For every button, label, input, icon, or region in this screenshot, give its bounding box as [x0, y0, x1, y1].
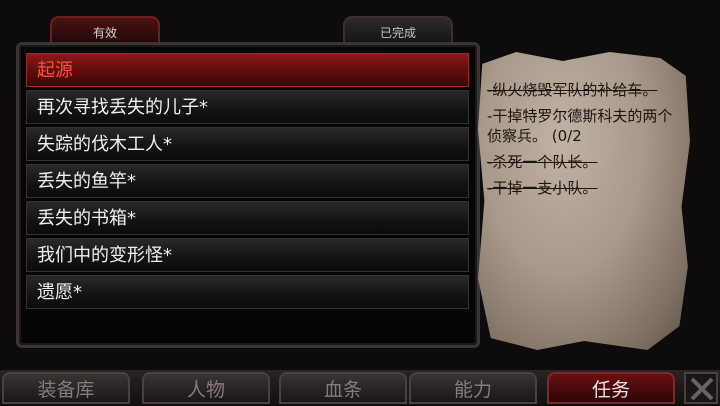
nav-characters-button[interactable]: 人物	[142, 372, 270, 404]
quest-item[interactable]: 丢失的鱼竿*	[26, 164, 469, 198]
close-button[interactable]	[684, 372, 718, 404]
quest-list-panel: 起源 再次寻找丢失的儿子* 失踪的伐木工人* 丢失的鱼竿* 丢失的书箱* 我们中…	[16, 42, 480, 348]
nav-bloodline-button[interactable]: 血条	[279, 372, 407, 404]
quest-item[interactable]: 丢失的书箱*	[26, 201, 469, 235]
quest-item[interactable]: 再次寻找丢失的儿子*	[26, 90, 469, 124]
tab-active[interactable]: 有效	[50, 16, 160, 42]
objective-item: -干掉特罗尔德斯科夫的两个侦察兵。 (0/2	[487, 107, 673, 145]
tab-completed[interactable]: 已完成	[343, 16, 453, 42]
objective-item: -纵火烧毁军队的补给车。	[487, 81, 658, 99]
quest-item[interactable]: 我们中的变形怪*	[26, 238, 469, 272]
quest-item-origin[interactable]: 起源	[26, 53, 469, 87]
nav-abilities-button[interactable]: 能力	[409, 372, 537, 404]
objective-item: -干掉一支小队。	[487, 179, 598, 197]
objective-list: -纵火烧毁军队的补给车。 -干掉特罗尔德斯科夫的两个侦察兵。 (0/2 -杀死一…	[487, 80, 687, 204]
quest-item[interactable]: 失踪的伐木工人*	[26, 127, 469, 161]
quest-list: 起源 再次寻找丢失的儿子* 失踪的伐木工人* 丢失的鱼竿* 丢失的书箱* 我们中…	[26, 53, 469, 312]
nav-quests-button[interactable]: 任务	[547, 372, 675, 404]
quest-item[interactable]: 遗愿*	[26, 275, 469, 309]
objective-item: -杀死一个队长。	[487, 153, 598, 171]
nav-inventory-button[interactable]: 装备库	[2, 372, 130, 404]
close-x-icon	[690, 377, 714, 401]
